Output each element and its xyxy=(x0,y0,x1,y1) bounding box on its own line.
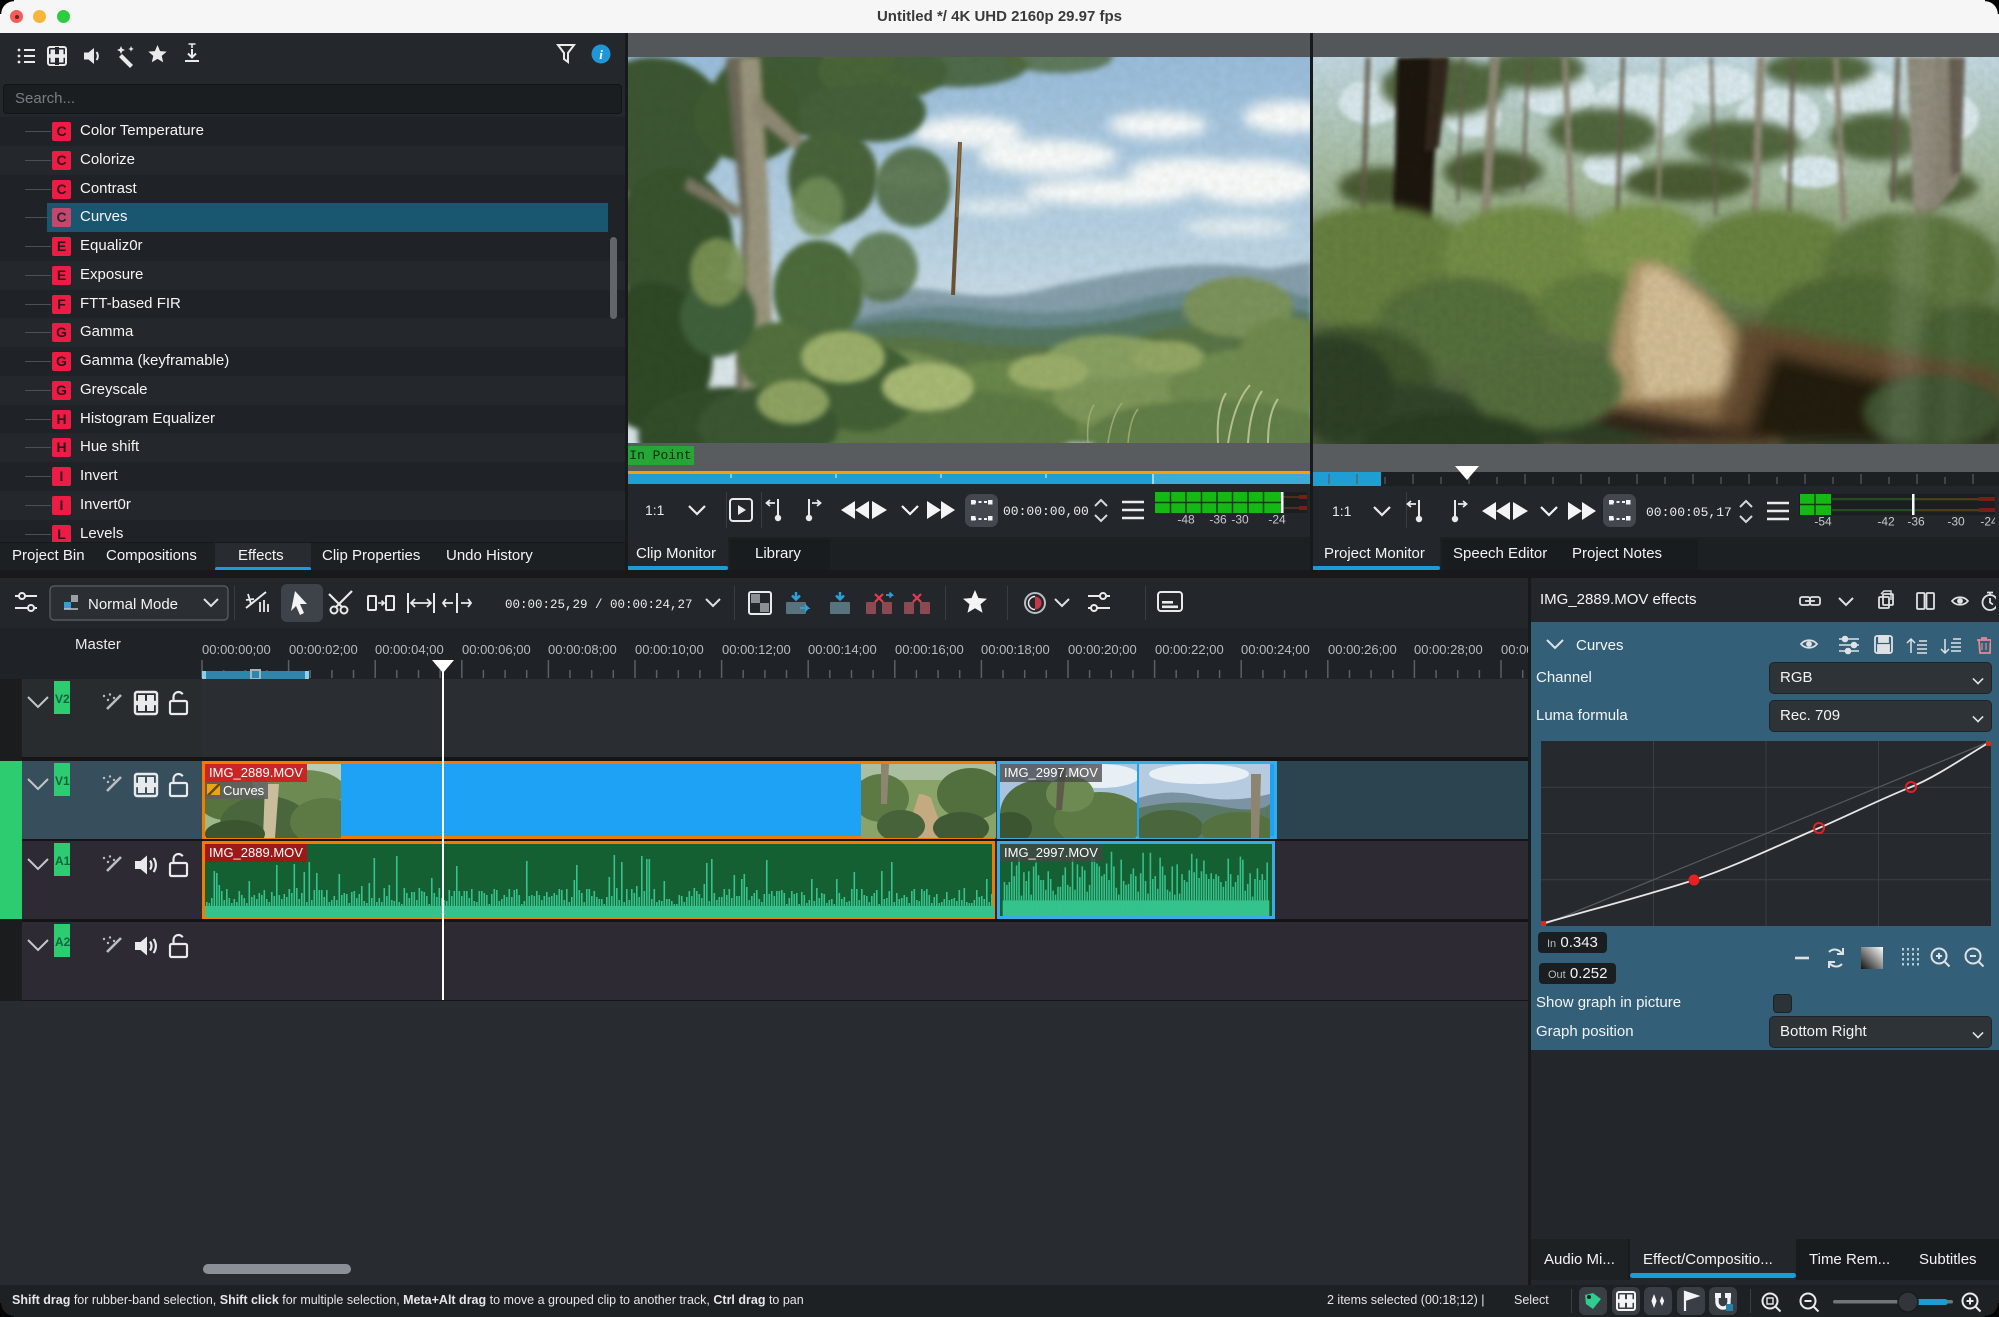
svg-text:A2: A2 xyxy=(55,935,71,949)
svg-text:Curves: Curves xyxy=(1576,637,1624,654)
svg-text:-54: -54 xyxy=(1814,515,1832,527)
svg-text:1:1: 1:1 xyxy=(1332,503,1352,519)
svg-text:A1: A1 xyxy=(55,854,71,868)
svg-text:-48: -48 xyxy=(1177,513,1195,525)
svg-text:-30: -30 xyxy=(1947,515,1965,527)
svg-text:V2: V2 xyxy=(55,692,70,706)
svg-text:00:00:05,17: 00:00:05,17 xyxy=(1646,505,1732,520)
svg-text:00:00:25,29 / 00:00:24,27: 00:00:25,29 / 00:00:24,27 xyxy=(505,598,693,612)
svg-text:-30: -30 xyxy=(1231,513,1249,525)
svg-text:00:00:00,00: 00:00:00,00 xyxy=(1003,504,1089,519)
svg-text:-24: -24 xyxy=(1980,515,1995,527)
svg-text:i: i xyxy=(599,47,603,62)
svg-text:-36: -36 xyxy=(1907,515,1925,527)
svg-text:-42: -42 xyxy=(1877,515,1895,527)
svg-text:Normal Mode: Normal Mode xyxy=(88,596,178,613)
svg-text:1:1: 1:1 xyxy=(645,502,665,518)
svg-text:V1: V1 xyxy=(55,774,70,788)
svg-text:-36: -36 xyxy=(1209,513,1227,525)
svg-text:-24: -24 xyxy=(1268,513,1286,525)
